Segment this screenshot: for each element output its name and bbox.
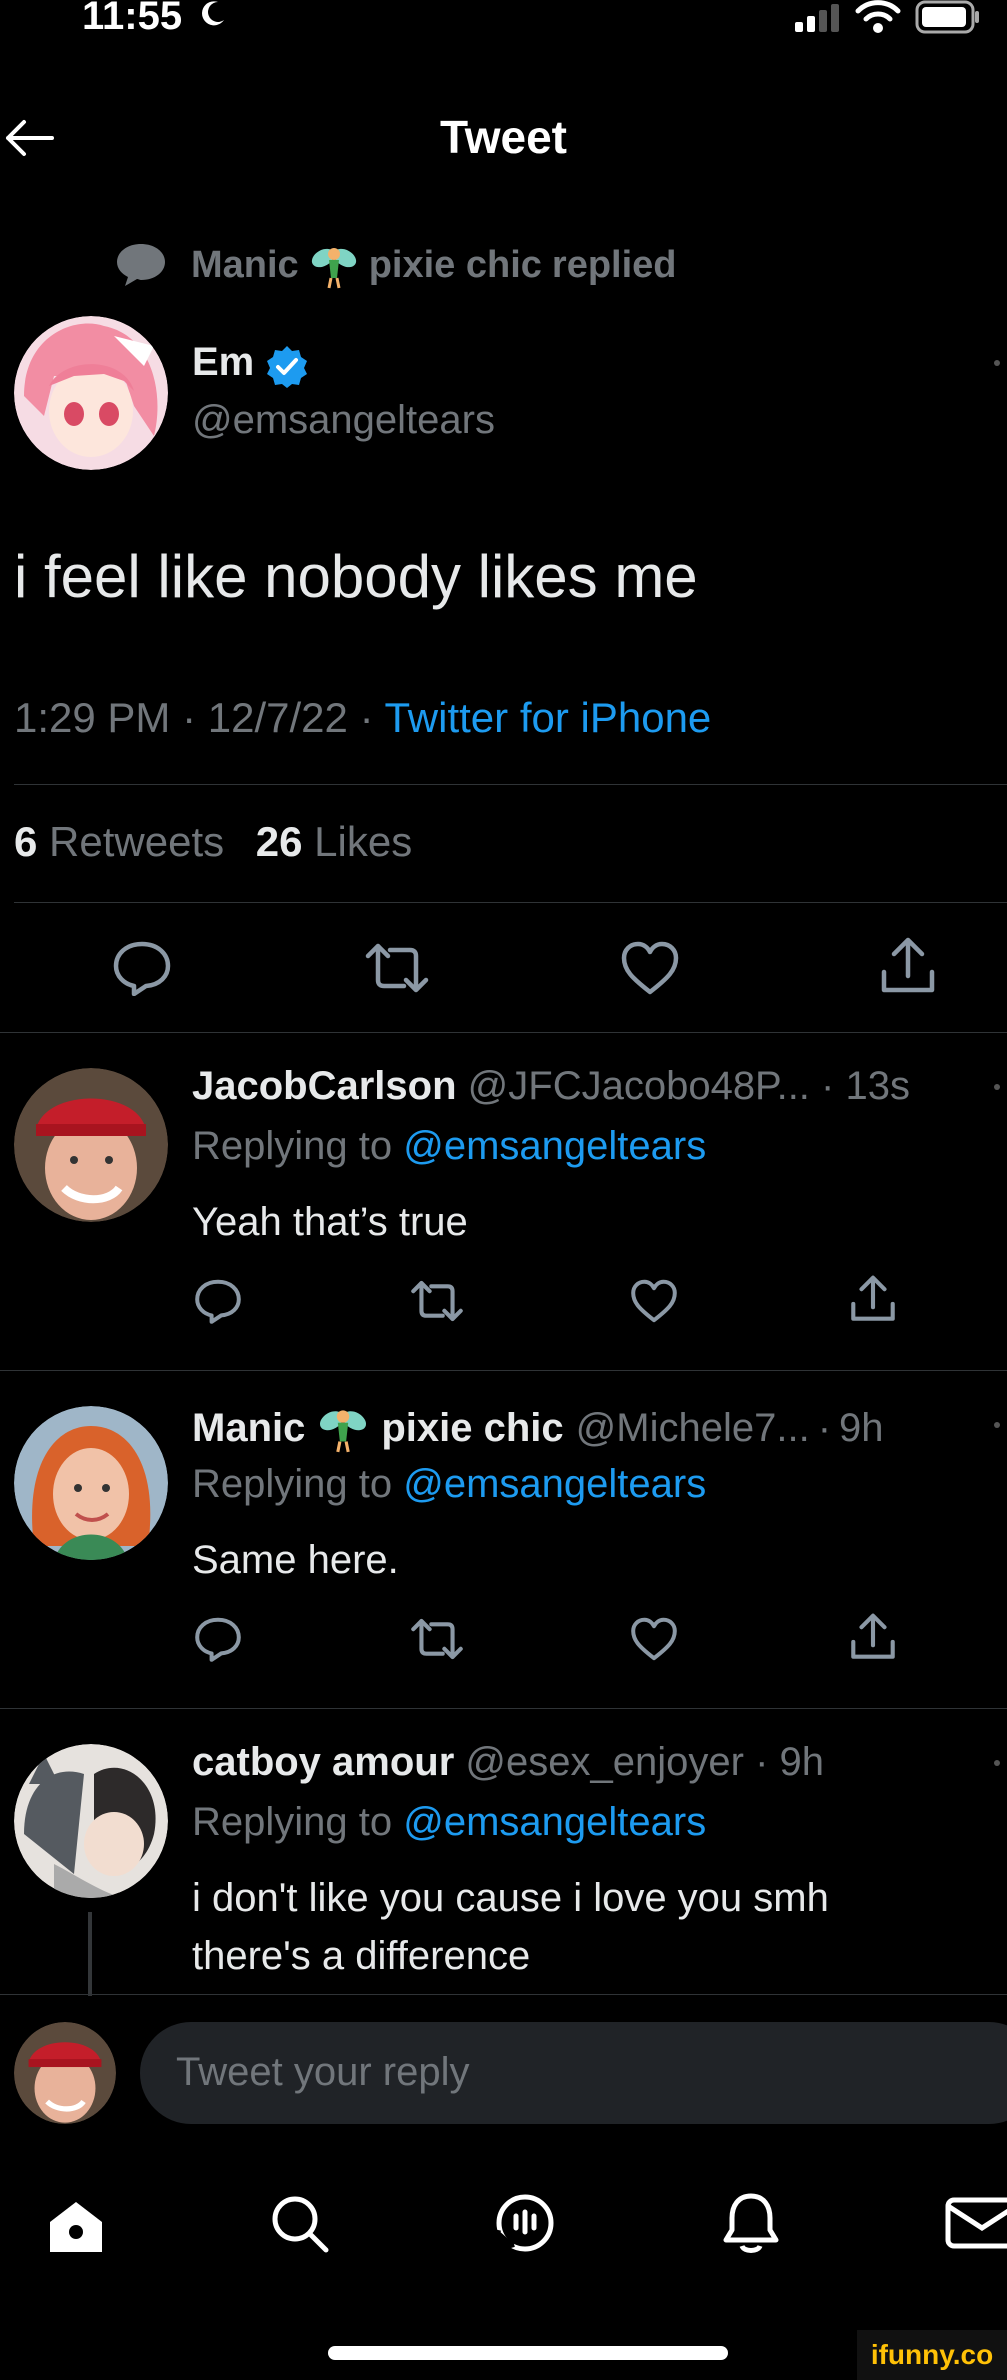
messages-icon[interactable] — [944, 2196, 1007, 2250]
reply-icon[interactable] — [112, 940, 172, 996]
share-icon[interactable] — [850, 1612, 896, 1662]
wifi-icon — [855, 0, 901, 33]
fairy-emoji-icon — [320, 1410, 367, 1453]
replying-handle[interactable]: @emsangeltears — [403, 1462, 706, 1506]
context-name-right[interactable]: pixie chic — [369, 244, 542, 287]
notifications-icon[interactable] — [720, 2190, 782, 2256]
avatar[interactable] — [14, 1068, 168, 1222]
reply-separator: · — [817, 1405, 832, 1450]
reply-age[interactable]: 9h — [839, 1406, 884, 1451]
retweet-icon[interactable] — [364, 940, 430, 996]
replying-label: Replying to — [192, 1124, 393, 1168]
reply-age[interactable]: 13s — [846, 1064, 911, 1108]
reply-text-line-2: there's a difference — [192, 1934, 531, 1978]
home-indicator[interactable] — [328, 2346, 728, 2360]
reply-author-name[interactable]: catboy amour — [192, 1740, 454, 1784]
avatar[interactable] — [14, 1744, 168, 1898]
reply-header: catboy amour @esex_enjoyer · 9h — [192, 1740, 824, 1785]
author-handle[interactable]: @emsangeltears — [192, 398, 495, 443]
verified-badge-icon — [267, 346, 307, 388]
watermark: ifunny.co — [857, 2330, 1007, 2380]
page-title: Tweet — [440, 111, 567, 163]
status-time: 11:55 — [82, 0, 183, 38]
tweet-meta: 1:29 PM · 12/7/22 · Twitter for iPhone — [14, 694, 711, 742]
author-name[interactable]: Em — [192, 340, 254, 385]
tweet-source[interactable]: Twitter for iPhone — [384, 694, 711, 741]
reply-separator: · — [821, 1064, 835, 1108]
replying-to: Replying to @emsangeltears — [192, 1800, 706, 1845]
reply-header: Manic pixie chic @Michele7... · 9h — [192, 1402, 884, 1454]
more-icon[interactable] — [994, 1422, 1000, 1428]
like-icon[interactable] — [630, 1616, 678, 1662]
spaces-icon[interactable] — [492, 2190, 558, 2256]
replying-label: Replying to — [192, 1462, 393, 1506]
retweet-icon[interactable] — [410, 1616, 464, 1662]
retweet-icon[interactable] — [410, 1278, 464, 1324]
context-name-left[interactable]: Manic — [191, 244, 299, 287]
signal-icon — [795, 4, 839, 32]
reply-text: Yeah that’s true — [192, 1200, 468, 1244]
replying-to: Replying to @emsangeltears — [192, 1124, 706, 1169]
share-icon[interactable] — [880, 936, 936, 996]
like-icon[interactable] — [620, 940, 680, 996]
reply-icon[interactable] — [194, 1278, 242, 1324]
avatar[interactable] — [14, 316, 168, 470]
social-context: Manic pixie chic replied — [115, 240, 677, 290]
context-action: replied — [551, 243, 677, 286]
reply-header: JacobCarlson @JFCJacobo48P... · 13s — [192, 1064, 910, 1109]
more-icon[interactable] — [994, 360, 1000, 366]
likes-label[interactable]: Likes — [314, 818, 412, 865]
moon-icon — [202, 1, 224, 26]
home-icon[interactable] — [44, 2196, 108, 2256]
reply-author-name-left[interactable]: Manic — [192, 1406, 305, 1451]
replying-handle[interactable]: @emsangeltears — [403, 1124, 706, 1168]
like-icon[interactable] — [630, 1278, 678, 1324]
reply-icon[interactable] — [194, 1616, 242, 1662]
replying-handle[interactable]: @emsangeltears — [403, 1800, 706, 1844]
reply-text: Same here. — [192, 1538, 399, 1582]
avatar[interactable] — [14, 1406, 168, 1560]
avatar[interactable] — [14, 2022, 116, 2124]
reply-author-name[interactable]: JacobCarlson — [192, 1064, 457, 1108]
more-icon[interactable] — [994, 1084, 1000, 1090]
retweets-label[interactable]: Retweets — [49, 818, 224, 865]
thread-line — [88, 1912, 92, 1996]
share-icon[interactable] — [850, 1274, 896, 1324]
reply-author-handle[interactable]: @Michele7... — [576, 1406, 810, 1451]
replying-to: Replying to @emsangeltears — [192, 1462, 706, 1507]
reply-separator: · — [755, 1740, 769, 1784]
fairy-emoji-icon — [311, 248, 356, 289]
tweet-time: 1:29 PM — [14, 694, 171, 741]
replying-label: Replying to — [192, 1800, 393, 1844]
likes-count[interactable]: 26 — [256, 818, 303, 865]
retweets-count[interactable]: 6 — [14, 818, 37, 865]
speech-bubble-icon — [117, 244, 165, 286]
search-icon[interactable] — [268, 2192, 332, 2256]
meta-separator: · — [182, 694, 208, 741]
reply-author-name-right[interactable]: pixie chic — [381, 1406, 563, 1451]
tweet-stats: 6 Retweets 26 Likes — [14, 818, 412, 866]
tweet-date: 12/7/22 — [207, 694, 348, 741]
reply-text-line-1: i don't like you cause i love you smh — [192, 1876, 829, 1920]
tweet-text: i feel like nobody likes me — [14, 543, 698, 610]
reply-input-placeholder[interactable]: Tweet your reply — [176, 2050, 469, 2095]
reply-age[interactable]: 9h — [780, 1740, 825, 1784]
more-icon[interactable] — [994, 1760, 1000, 1766]
reply-author-handle[interactable]: @esex_enjoyer — [465, 1740, 744, 1784]
reply-author-handle[interactable]: @JFCJacobo48P... — [468, 1064, 810, 1108]
battery-icon — [915, 0, 979, 34]
meta-separator: · — [359, 694, 385, 741]
